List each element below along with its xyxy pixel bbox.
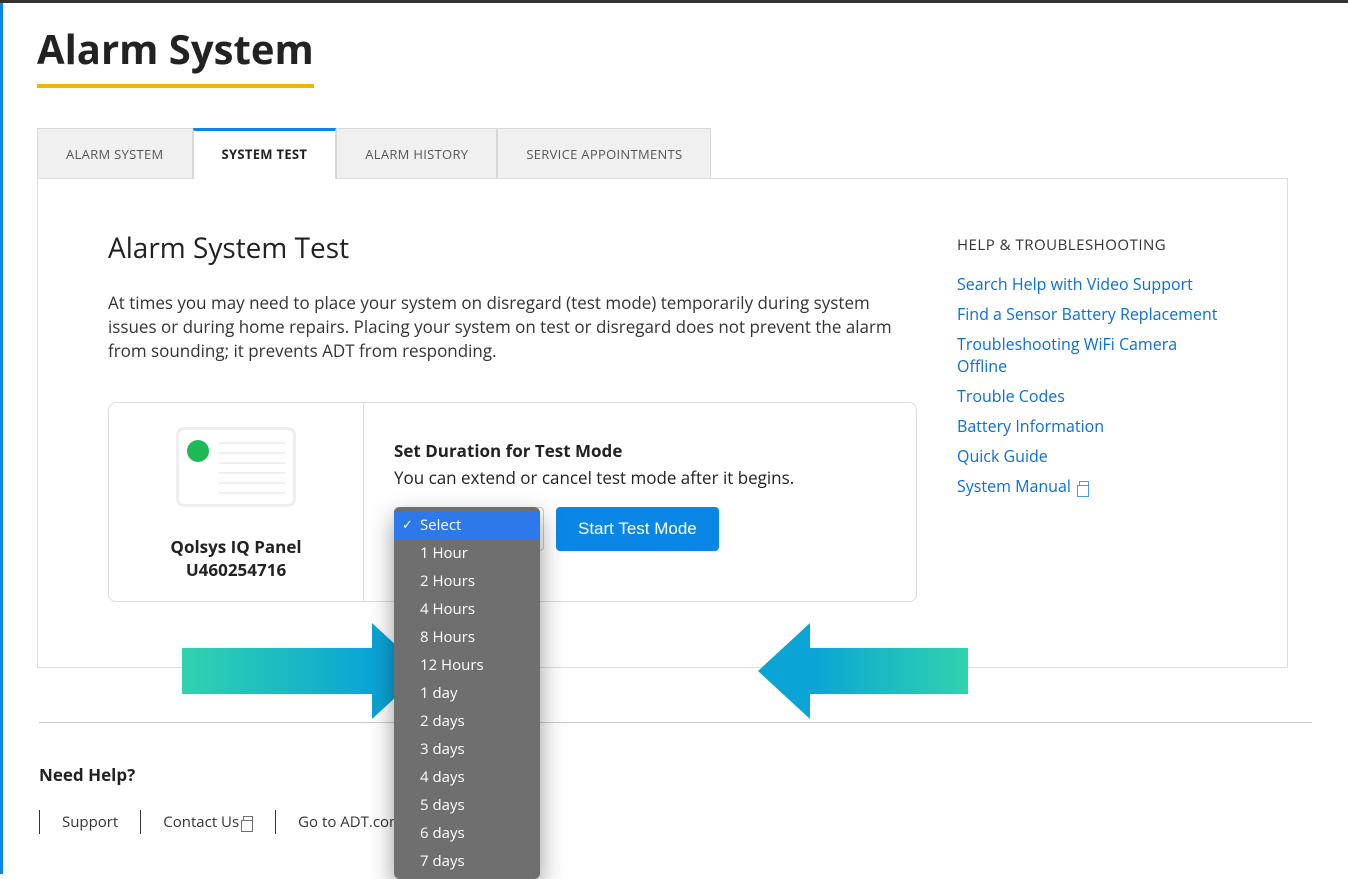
annotation-arrow-left	[182, 648, 372, 694]
duration-option[interactable]: 1 day	[394, 679, 540, 707]
footer-divider	[39, 722, 1312, 723]
help-link[interactable]: Trouble Codes	[957, 385, 1227, 407]
duration-sublabel: You can extend or cancel test mode after…	[394, 466, 886, 489]
tab-system-test[interactable]: SYSTEM TEST	[193, 128, 337, 179]
section-title: Alarm System Test	[108, 229, 917, 267]
tab-alarm-system[interactable]: ALARM SYSTEM	[37, 128, 193, 179]
duration-option[interactable]: 2 Hours	[394, 567, 540, 595]
tab-service-appointments[interactable]: SERVICE APPOINTMENTS	[497, 128, 711, 179]
device-thumbnail	[176, 427, 296, 507]
help-link[interactable]: Troubleshooting WiFi Camera Offline	[957, 333, 1227, 377]
duration-option[interactable]: 12 Hours	[394, 651, 540, 679]
footer-link-contact-us[interactable]: Contact Us	[140, 810, 275, 834]
help-link[interactable]: Quick Guide	[957, 445, 1227, 467]
page-title: Alarm System	[37, 21, 314, 88]
external-link-icon	[243, 816, 253, 826]
duration-option[interactable]: 1 Hour	[394, 539, 540, 567]
annotation-arrow-right	[810, 648, 968, 694]
footer-link-support[interactable]: Support	[39, 810, 140, 834]
duration-option[interactable]: 5 days	[394, 791, 540, 819]
duration-option[interactable]: 8 Hours	[394, 623, 540, 651]
duration-option[interactable]: Select	[394, 511, 540, 539]
tab-bar-container: ALARM SYSTEM SYSTEM TEST ALARM HISTORY S…	[37, 128, 1348, 179]
start-test-mode-button[interactable]: Start Test Mode	[556, 507, 719, 551]
need-help-heading: Need Help?	[39, 763, 1348, 786]
external-link-icon	[1079, 481, 1089, 491]
device-serial: U460254716	[123, 558, 349, 581]
help-link[interactable]: Search Help with Video Support	[957, 273, 1227, 295]
help-link[interactable]: System Manual	[957, 475, 1227, 497]
duration-dropdown[interactable]: Select1 Hour2 Hours4 Hours8 Hours12 Hour…	[394, 507, 540, 879]
help-link[interactable]: Find a Sensor Battery Replacement	[957, 303, 1227, 325]
duration-option[interactable]: 3 days	[394, 735, 540, 763]
device-name: Qolsys IQ Panel	[123, 535, 349, 558]
test-mode-card: Qolsys IQ Panel U460254716 Set Duration …	[108, 402, 917, 602]
system-test-panel: Alarm System Test At times you may need …	[37, 178, 1288, 668]
help-heading: HELP & TROUBLESHOOTING	[957, 235, 1227, 255]
duration-option[interactable]: 7 days	[394, 847, 540, 875]
help-link[interactable]: Battery Information	[957, 415, 1227, 437]
duration-option[interactable]: 4 days	[394, 763, 540, 791]
duration-option[interactable]: 6 days	[394, 819, 540, 847]
tab-alarm-history[interactable]: ALARM HISTORY	[336, 128, 497, 179]
duration-label: Set Duration for Test Mode	[394, 439, 886, 462]
duration-option[interactable]: 4 Hours	[394, 595, 540, 623]
section-description: At times you may need to place your syst…	[108, 291, 917, 362]
duration-option[interactable]: 2 days	[394, 707, 540, 735]
